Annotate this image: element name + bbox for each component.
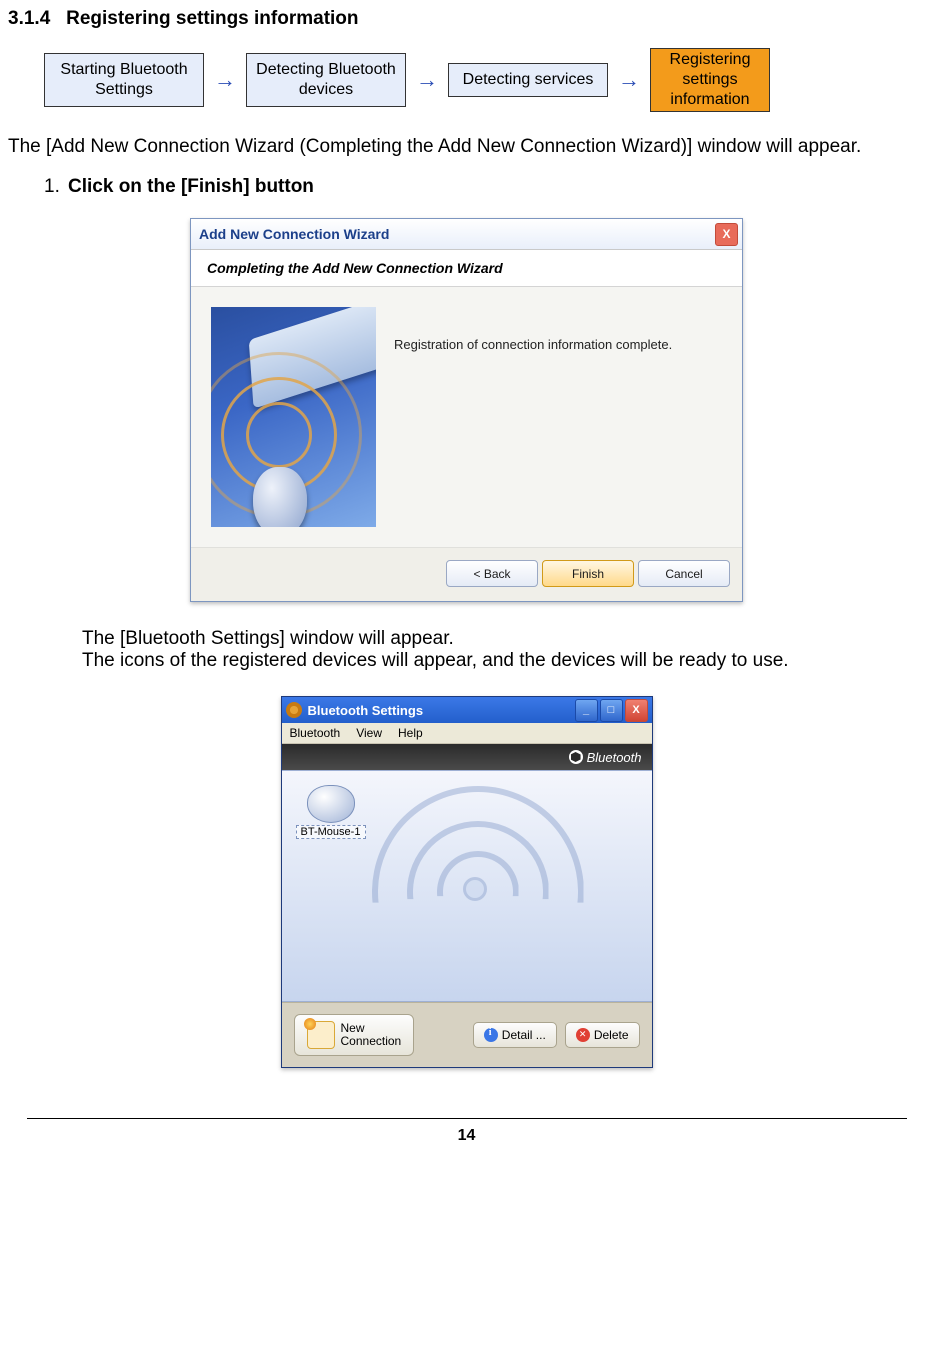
wizard-title: Add New Connection Wizard [199,226,715,242]
flow-step-detect-services: Detecting services [448,63,608,97]
delete-button[interactable]: Delete [565,1022,640,1048]
close-icon[interactable]: X [715,223,738,246]
bluetooth-settings-window: Bluetooth Settings _ □ X Bluetooth View … [281,696,653,1068]
delete-label: Delete [594,1028,629,1042]
new-connection-button[interactable]: New Connection [294,1014,415,1056]
step-number: 1. [44,176,68,198]
wizard-heading: Completing the Add New Connection Wizard [191,250,742,287]
page-number: 14 [27,1118,907,1159]
delete-icon [576,1028,590,1042]
antenna-icon [342,766,602,1006]
step-instruction: Click on the [Finish] button [68,176,314,198]
detail-button[interactable]: Detail ... [473,1022,557,1048]
wizard-illustration [211,307,376,527]
wizard-dialog: Add New Connection Wizard X Completing t… [190,218,743,602]
bluetooth-logo-icon [569,750,583,764]
menu-view[interactable]: View [356,726,382,740]
wizard-titlebar: Add New Connection Wizard X [191,219,742,250]
close-icon[interactable]: X [625,699,648,722]
new-connection-label-1: New [341,1021,365,1035]
arrow-icon: → [618,67,640,93]
bt-titlebar[interactable]: Bluetooth Settings _ □ X [282,697,652,723]
finish-button[interactable]: Finish [542,560,634,587]
cancel-button[interactable]: Cancel [638,560,730,587]
mouse-icon [307,785,355,823]
flow-step-detect-devices: Detecting Bluetooth devices [246,53,406,107]
bt-device-area: BT-Mouse-1 [282,770,652,1002]
section-number: 3.1.4 [8,8,50,29]
back-button[interactable]: < Back [446,560,538,587]
result-line-2: The icons of the registered devices will… [82,650,925,672]
menu-bluetooth[interactable]: Bluetooth [290,726,341,740]
arrow-icon: → [214,67,236,93]
device-item[interactable]: BT-Mouse-1 [296,785,366,839]
bt-menubar: Bluetooth View Help [282,723,652,744]
intro-paragraph: The [Add New Connection Wizard (Completi… [8,136,925,158]
result-line-1: The [Bluetooth Settings] window will app… [82,628,925,650]
menu-help[interactable]: Help [398,726,423,740]
flow-step-start: Starting Bluetooth Settings [44,53,204,107]
new-connection-label-2: Connection [341,1034,402,1048]
bt-window-title: Bluetooth Settings [308,703,575,718]
detail-label: Detail ... [502,1028,546,1042]
minimize-icon[interactable]: _ [575,699,598,722]
maximize-icon[interactable]: □ [600,699,623,722]
arrow-icon: → [416,67,438,93]
section-title: Registering settings information [66,8,358,29]
bt-brand-label: Bluetooth [587,750,642,765]
info-icon [484,1028,498,1042]
wizard-message: Registration of connection information c… [394,307,718,527]
bluetooth-title-icon [286,702,302,718]
bt-brand-bar: Bluetooth [282,744,652,770]
device-label: BT-Mouse-1 [296,825,366,839]
new-connection-icon [307,1021,335,1049]
process-flow: Starting Bluetooth Settings → Detecting … [44,48,925,112]
flow-step-register: Registering settings information [650,48,770,112]
